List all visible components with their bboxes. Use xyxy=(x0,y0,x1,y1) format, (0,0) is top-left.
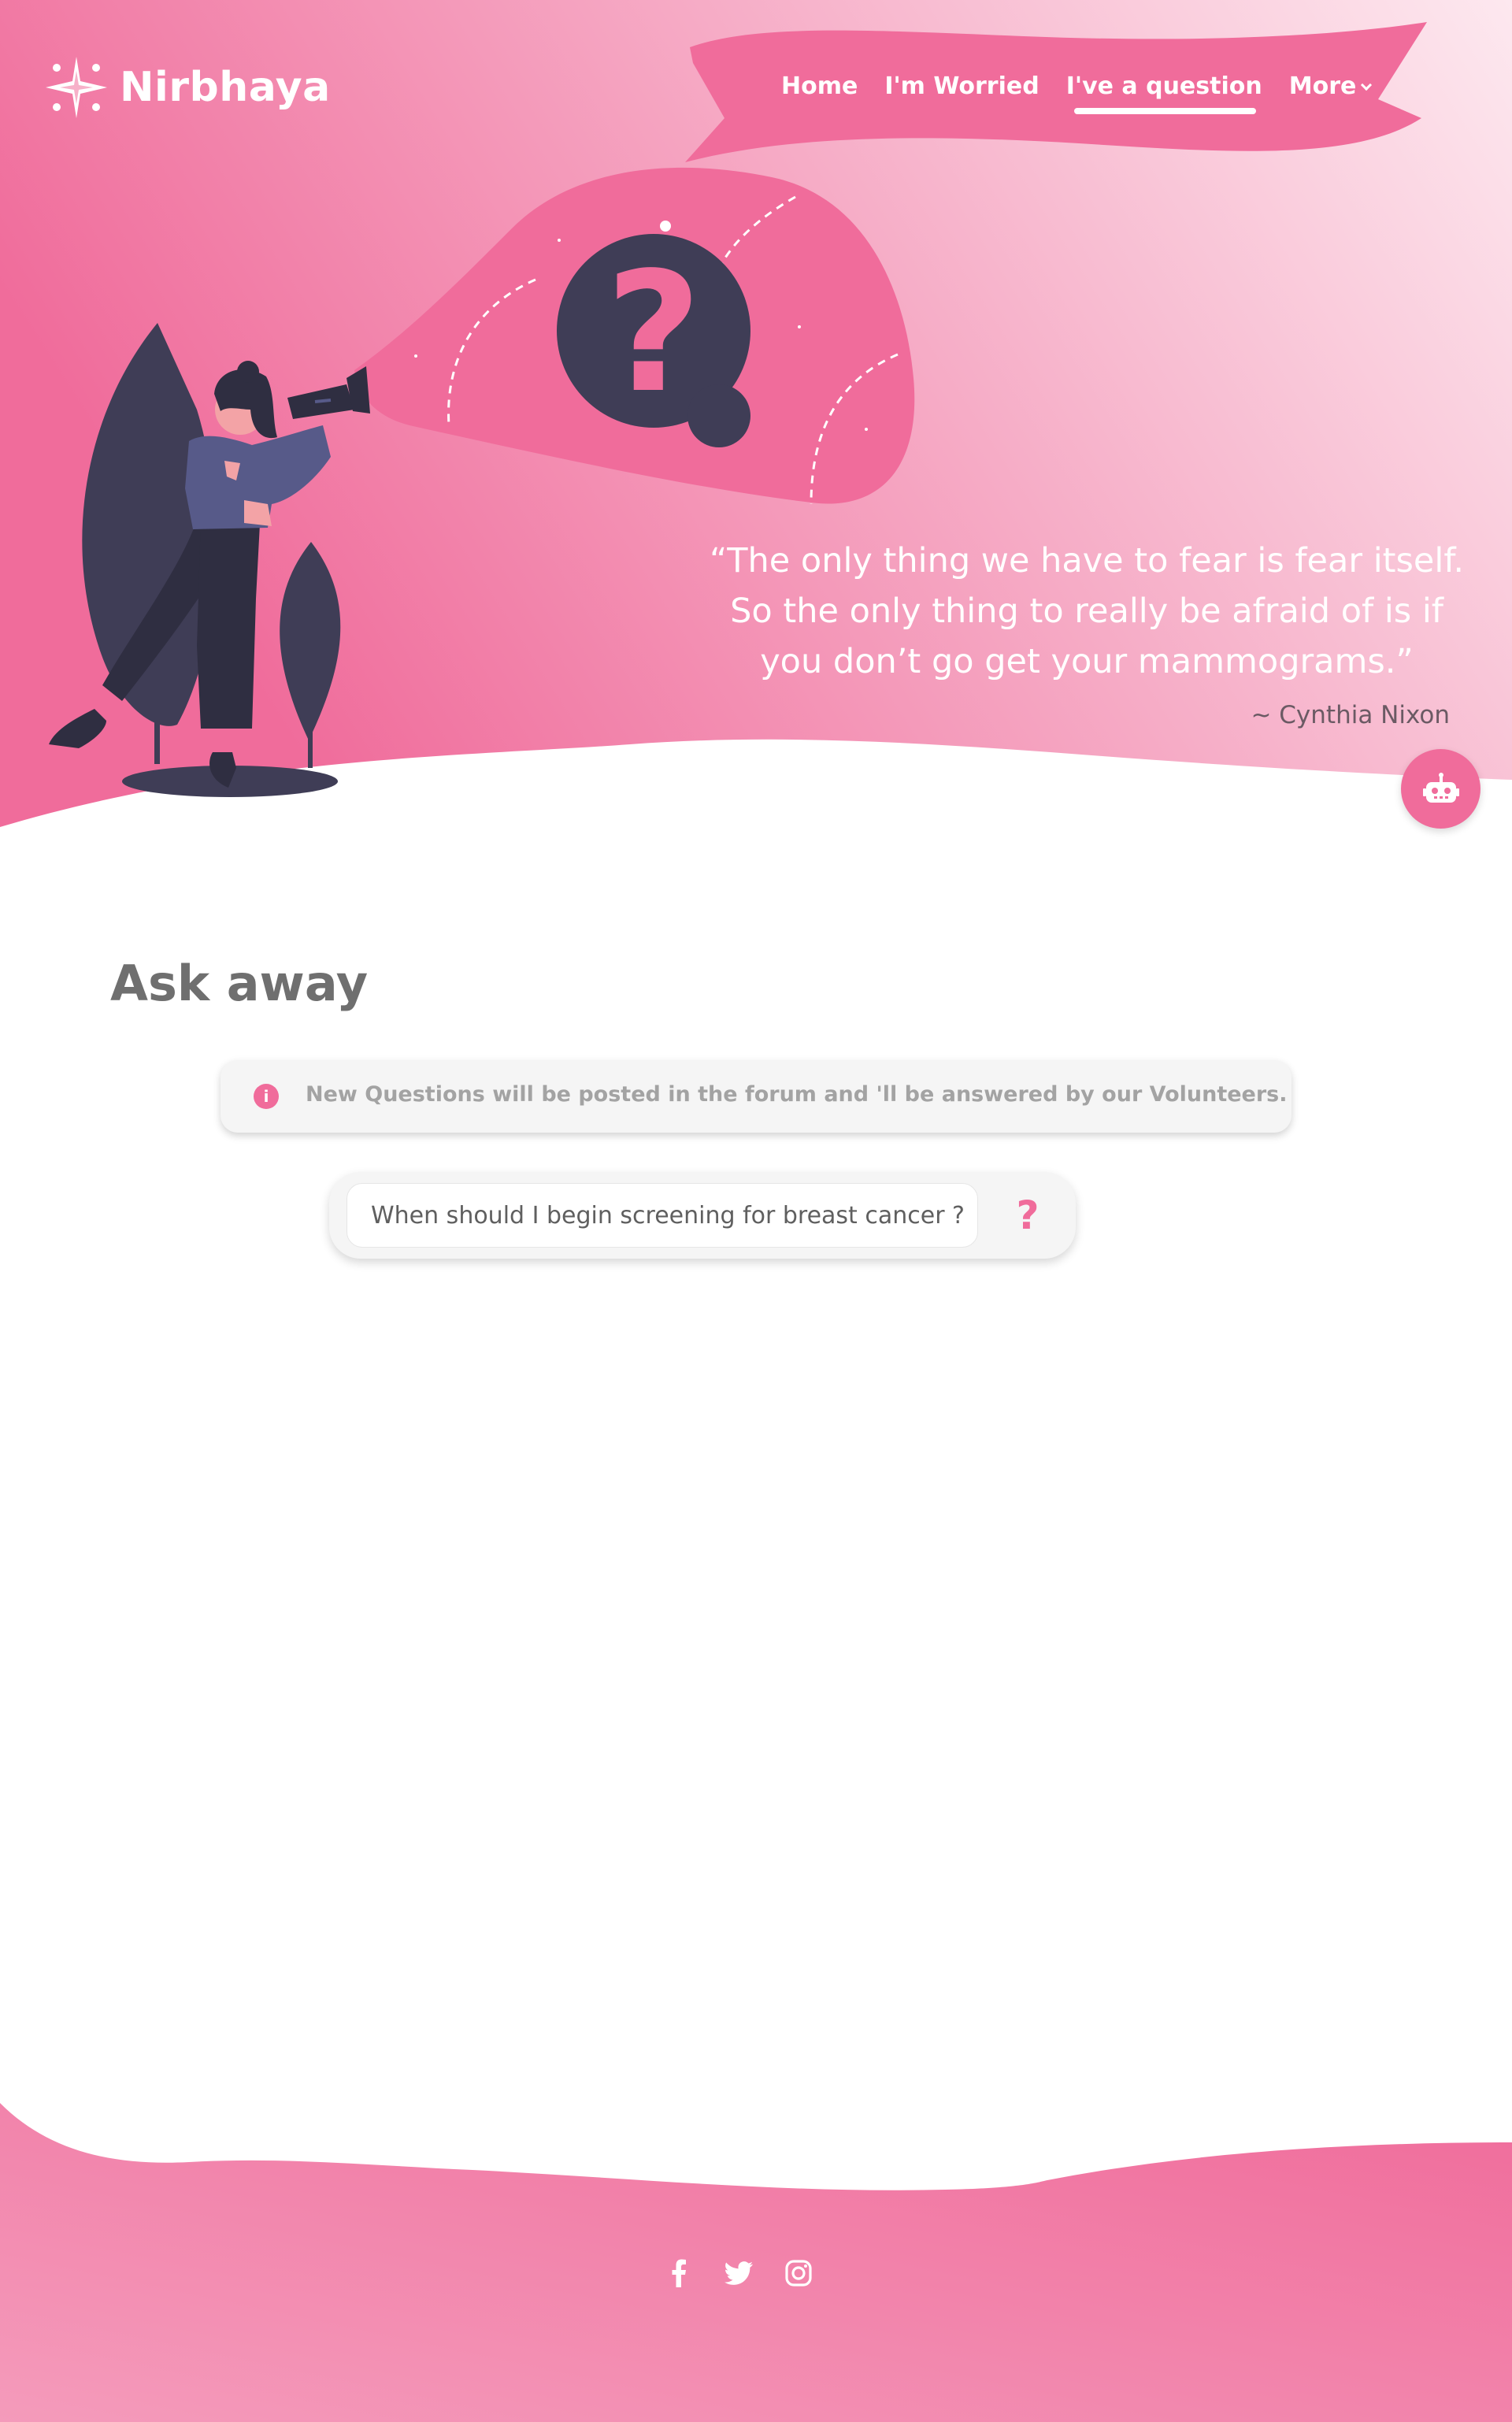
facebook-icon xyxy=(672,2259,686,2287)
quote-line-1: “The only thing we have to fear is fear … xyxy=(709,541,1464,580)
instagram-icon xyxy=(785,2260,812,2287)
twitter-icon xyxy=(724,2261,753,2285)
info-icon: i xyxy=(254,1084,279,1109)
footer-wave xyxy=(0,2103,1512,2422)
hero-section: Nirbhaya Home I'm Worried I've a questio… xyxy=(0,0,1512,835)
twitter-link[interactable] xyxy=(724,2259,753,2287)
notice-text: New Questions will be posted in the foru… xyxy=(306,1082,1288,1107)
quote-line-2: So the only thing to really be afraid of… xyxy=(730,592,1443,631)
chatbot-button[interactable] xyxy=(1401,749,1480,829)
submit-question-button[interactable]: ? xyxy=(1000,1188,1055,1243)
social-links xyxy=(665,2259,813,2287)
robot-icon xyxy=(1422,772,1459,803)
page-title: Ask away xyxy=(110,955,369,1012)
facebook-link[interactable] xyxy=(665,2259,693,2287)
hero-quote: “The only thing we have to fear is fear … xyxy=(677,536,1496,687)
quote-author: ~ Cynthia Nixon xyxy=(1251,701,1450,729)
question-input[interactable] xyxy=(346,1183,978,1248)
quote-line-3: you don’t go get your mammograms.” xyxy=(760,642,1414,681)
svg-text:?: ? xyxy=(606,236,702,429)
instagram-link[interactable] xyxy=(784,2259,813,2287)
info-notice: i New Questions will be posted in the fo… xyxy=(220,1060,1292,1133)
question-form: ? xyxy=(329,1172,1076,1259)
